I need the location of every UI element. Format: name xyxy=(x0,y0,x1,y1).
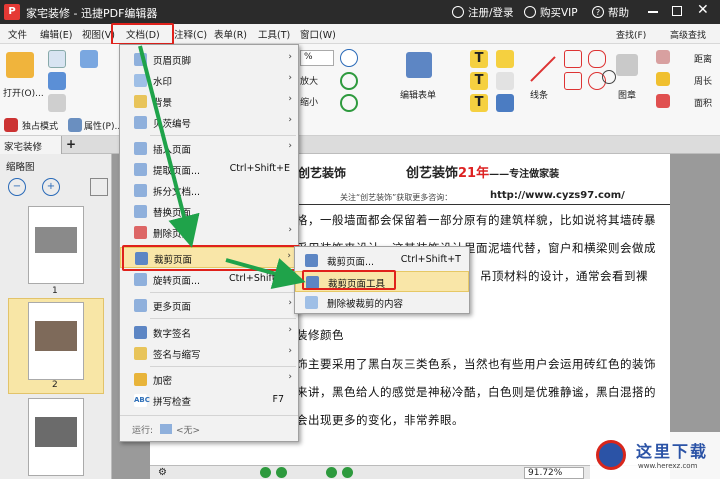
watermark-text: 这里下载 xyxy=(636,442,709,461)
watermark-logo-icon xyxy=(596,440,626,470)
site-watermark: 这里下载 www.herexz.com xyxy=(590,432,720,479)
guide-arrows xyxy=(138,45,306,289)
guide-arrow-1 xyxy=(138,45,200,248)
guide-arrow-2 xyxy=(225,258,306,289)
watermark-url: www.herexz.com xyxy=(638,462,698,470)
